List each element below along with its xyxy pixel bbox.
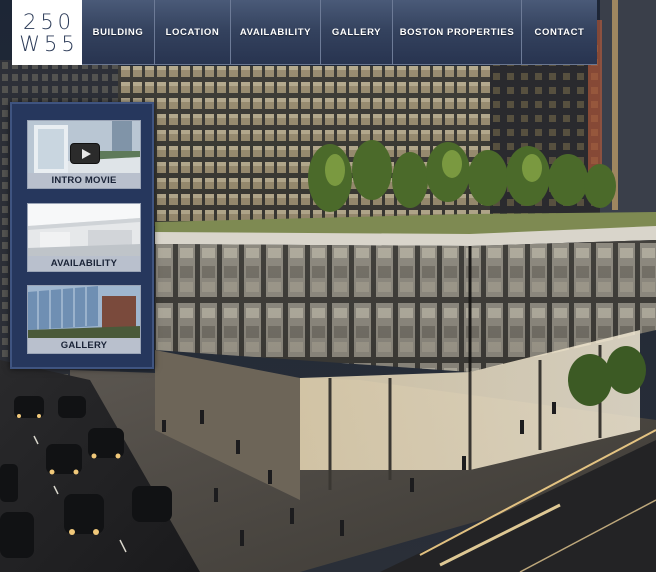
promo-intro-movie[interactable]: INTRO MOVIE [27,120,141,189]
nav-building[interactable]: BUILDING [82,0,155,65]
promo-gallery[interactable]: GALLERY [27,285,141,354]
play-icon[interactable] [70,143,100,164]
logo-line-2: W55 [19,31,79,56]
logo-line-1: 250 [22,9,76,34]
promo-caption-availability: AVAILABILITY [28,256,140,271]
main-nav: BUILDING LOCATION AVAILABILITY GALLERY B… [82,0,597,65]
intro-movie-thumbnail [28,121,140,173]
nav-gallery[interactable]: GALLERY [321,0,393,65]
promo-availability[interactable]: AVAILABILITY [27,203,141,272]
promo-caption-gallery: GALLERY [28,338,140,353]
availability-thumbnail [28,204,140,256]
nav-location[interactable]: LOCATION [155,0,231,65]
gallery-thumbnail [28,286,140,338]
side-promo-panel: INTRO MOVIE AVAILABILITY GALLERY [10,102,154,369]
site-logo[interactable]: 250 W55 [12,0,82,65]
nav-boston-properties[interactable]: BOSTON PROPERTIES [393,0,522,65]
nav-availability[interactable]: AVAILABILITY [231,0,321,65]
nav-contact[interactable]: CONTACT [522,0,597,65]
promo-caption-intro-movie: INTRO MOVIE [28,173,140,188]
